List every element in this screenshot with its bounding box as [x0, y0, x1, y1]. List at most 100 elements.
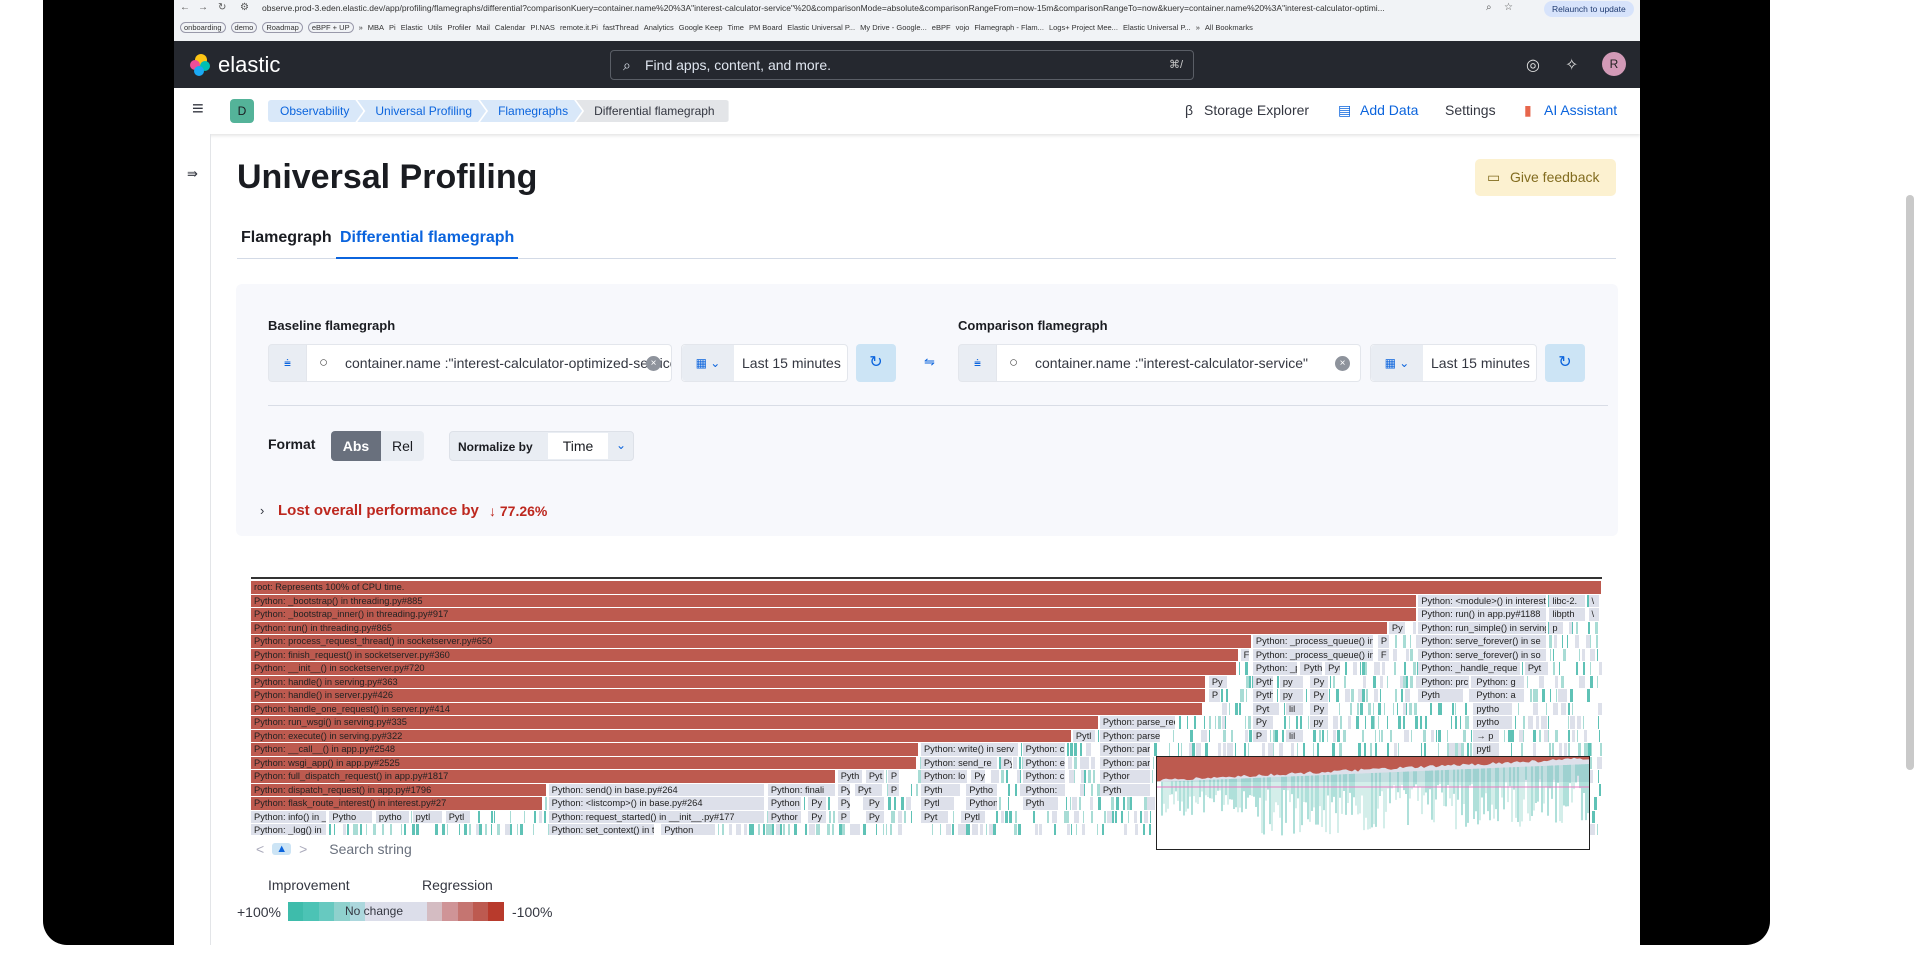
flame-frame[interactable]: [758, 824, 762, 835]
flame-frame[interactable]: [1405, 675, 1410, 689]
flame-frame[interactable]: [1386, 689, 1389, 702]
flame-frame[interactable]: [827, 824, 832, 835]
flame-frame[interactable]: [1555, 675, 1560, 689]
flame-frame[interactable]: [1590, 635, 1592, 648]
flame-frame[interactable]: [1208, 743, 1210, 756]
flame-frame[interactable]: [1578, 743, 1582, 756]
flame-frame[interactable]: [389, 824, 394, 835]
flame-frame[interactable]: [1597, 824, 1600, 835]
flame-frame[interactable]: Python: [661, 824, 717, 835]
flame-frame[interactable]: [1223, 729, 1227, 743]
flame-frame[interactable]: [1455, 702, 1457, 716]
flame-frame[interactable]: [863, 824, 867, 835]
flame-frame[interactable]: [1062, 824, 1065, 835]
flame-frame[interactable]: [1128, 810, 1130, 824]
flame-frame[interactable]: [1389, 729, 1394, 743]
flame-frame[interactable]: [1177, 743, 1180, 756]
flame-frame[interactable]: [1424, 743, 1428, 756]
flame-frame[interactable]: [1438, 702, 1443, 716]
comparison-date-picker[interactable]: ▦ ⌄ Last 15 minutes: [1370, 344, 1537, 382]
flame-frame[interactable]: [401, 824, 404, 835]
flame-frame[interactable]: [995, 810, 999, 824]
flame-frame[interactable]: [885, 824, 888, 835]
chevron-right-icon[interactable]: ›: [260, 503, 264, 518]
flame-frame[interactable]: pytl: [412, 810, 444, 824]
tab-differential-flamegraph[interactable]: Differential flamegraph: [336, 229, 519, 259]
clear-icon[interactable]: ×: [1335, 356, 1350, 371]
flame-frame[interactable]: [1409, 648, 1414, 662]
flame-frame[interactable]: [1181, 729, 1183, 743]
flame-frame[interactable]: [1386, 716, 1389, 729]
flame-frame[interactable]: [1590, 770, 1595, 783]
flame-frame[interactable]: Python: _bootstrap_inner() in threading.…: [251, 608, 1418, 621]
flame-frame[interactable]: [1394, 662, 1397, 675]
flame-frame[interactable]: [1459, 716, 1462, 729]
flame-frame[interactable]: [722, 824, 725, 835]
flame-frame[interactable]: [1576, 716, 1582, 729]
flame-frame[interactable]: [1009, 810, 1013, 824]
flame-frame[interactable]: [366, 824, 369, 835]
flame-frame[interactable]: [1133, 810, 1139, 824]
flame-frame[interactable]: [1415, 716, 1420, 729]
flame-frame[interactable]: [1068, 756, 1074, 770]
bookmark-item[interactable]: fastThread: [603, 23, 639, 32]
flame-frame[interactable]: [1336, 689, 1341, 702]
flame-frame[interactable]: → p: [1473, 729, 1501, 743]
flame-frame[interactable]: Python: full_dispatch_request() in app.p…: [251, 770, 837, 783]
flame-frame[interactable]: Python: prc: [1418, 675, 1470, 689]
flame-frame[interactable]: [891, 810, 896, 824]
flame-frame[interactable]: [1234, 743, 1237, 756]
flame-frame[interactable]: [1032, 810, 1036, 824]
flame-frame[interactable]: [1332, 743, 1336, 756]
flame-frame[interactable]: [1599, 783, 1602, 797]
bookmark-item[interactable]: demo: [230, 22, 258, 33]
flame-frame[interactable]: [1052, 810, 1058, 824]
flame-frame[interactable]: [1272, 743, 1275, 756]
flame-frame[interactable]: Pytho: [1252, 675, 1274, 689]
normalize-select[interactable]: Normalize by Time ⌄: [449, 431, 634, 461]
flame-frame[interactable]: [442, 824, 446, 835]
flamegraph-minimap[interactable]: [1156, 756, 1590, 850]
flame-frame[interactable]: [1074, 756, 1079, 770]
flame-frame[interactable]: [1244, 716, 1248, 729]
flame-frame[interactable]: Python: process_request_thread() in sock…: [251, 635, 1252, 648]
flame-frame[interactable]: [1410, 675, 1415, 689]
flame-frame[interactable]: py: [1310, 716, 1329, 729]
flame-frame[interactable]: [1243, 689, 1245, 702]
flame-frame[interactable]: [479, 824, 484, 835]
flame-frame[interactable]: [1007, 783, 1012, 797]
flame-frame[interactable]: [1553, 635, 1558, 648]
flame-frame[interactable]: [1568, 702, 1572, 716]
bookmark-item[interactable]: My Drive - Google...: [860, 23, 927, 32]
flame-frame[interactable]: Python: finish_request() in socketserver…: [251, 648, 1240, 662]
flame-frame[interactable]: libc-2.: [1549, 594, 1587, 608]
flame-frame[interactable]: [1275, 716, 1277, 729]
flame-frame[interactable]: [1579, 621, 1581, 635]
flame-frame[interactable]: [1275, 729, 1279, 743]
flame-frame[interactable]: [1194, 716, 1197, 729]
flame-frame[interactable]: [1420, 716, 1424, 729]
flame-frame[interactable]: [1383, 702, 1386, 716]
flame-frame[interactable]: Python: handle() in serving.py#363: [251, 675, 1207, 689]
flame-frame[interactable]: [1057, 810, 1060, 824]
flame-frame[interactable]: [873, 824, 876, 835]
flame-frame[interactable]: [1090, 783, 1094, 797]
flame-frame[interactable]: \: [1588, 608, 1600, 621]
flame-frame[interactable]: [803, 797, 806, 810]
flame-frame[interactable]: [1316, 743, 1320, 756]
flame-frame[interactable]: p: [1549, 621, 1565, 635]
back-icon[interactable]: ←: [180, 2, 190, 13]
flame-frame[interactable]: Python: <module>() in interest.py: [1418, 594, 1547, 608]
flame-frame[interactable]: [1503, 729, 1506, 743]
flame-frame[interactable]: [1587, 621, 1592, 635]
flame-frame[interactable]: P: [887, 783, 901, 797]
flame-frame[interactable]: Python: send() in base.py#264: [548, 783, 766, 797]
flame-frame[interactable]: [1595, 635, 1599, 648]
flame-frame[interactable]: [1590, 675, 1595, 689]
flame-frame[interactable]: [1359, 702, 1364, 716]
flame-frame[interactable]: [496, 824, 501, 835]
flame-frame[interactable]: [1523, 729, 1526, 743]
flame-frame[interactable]: F: [1377, 648, 1391, 662]
flame-frame[interactable]: [1087, 770, 1092, 783]
flame-frame[interactable]: [1289, 716, 1291, 729]
